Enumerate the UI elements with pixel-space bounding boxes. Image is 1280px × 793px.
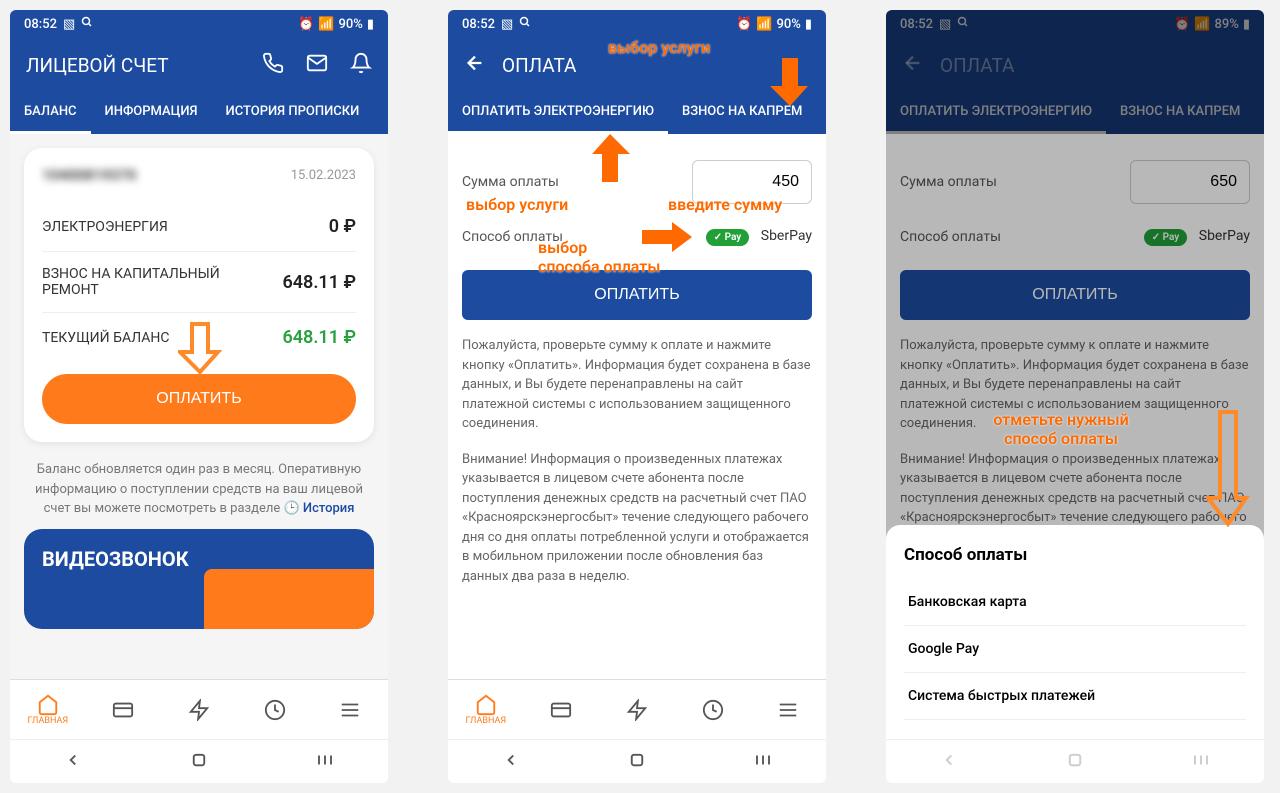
nav-card[interactable] [86,680,162,739]
balance-note: Баланс обновляется один раз в месяц. Опе… [24,456,374,529]
status-time: 08:52 [24,17,57,32]
mail-icon[interactable] [306,52,328,78]
status-time: 08:52 [462,17,495,32]
amount-row: Сумма оплаты [462,148,812,216]
pay-button[interactable]: ОПЛАТИТЬ [42,374,356,424]
tab-balance[interactable]: БАЛАНС [10,92,91,134]
tabs: БАЛАНС ИНФОРМАЦИЯ ИСТОРИЯ ПРОПИСКИ [10,92,388,134]
back-icon[interactable] [464,52,486,78]
balance-card: 10400819370 15.02.2023 ЭЛЕКТРОЭНЕРГИЯ 0 … [24,148,374,442]
option-bank-card[interactable]: Банковская карта [904,579,1246,626]
search-small-icon [519,16,531,32]
sys-home[interactable] [1055,751,1095,773]
alarm-icon: ⏰ [298,17,314,32]
tab-pay-electricity[interactable]: ОПЛАТИТЬ ЭЛЕКТРОЭНЕРГИЮ [448,92,668,134]
sheet-title: Способ оплаты [904,545,1246,565]
bottom-nav: ГЛАВНАЯ [448,679,826,739]
page-title: ОПЛАТА [502,54,810,77]
nav-home[interactable]: ГЛАВНАЯ [448,680,524,739]
sys-home[interactable] [617,751,657,773]
annotation-arrow-up [588,130,632,186]
content: 10400819370 15.02.2023 ЭЛЕКТРОЭНЕРГИЯ 0 … [10,134,388,679]
alarm-icon: ⏰ [736,17,752,32]
videocall-banner[interactable]: ВИДЕОЗВОНОК [24,529,374,629]
status-bar: 08:52 ▧ ⏰ 📶 90% ▮ [10,10,388,38]
tabs: ОПЛАТИТЬ ЭЛЕКТРОЭНЕРГИЮ ВЗНОС НА КАПРЕМ [448,92,826,134]
nav-home[interactable]: ГЛАВНАЯ [10,680,86,739]
nav-history-bottom[interactable] [237,680,313,739]
signal-icon: 📶 [756,17,772,32]
phone-screen-payment: 08:52 ▧ ⏰ 📶 90% ▮ ОПЛАТА ОПЛАТИТЬ ЭЛЕКТР… [448,10,826,783]
battery-pct: 90% [338,17,362,32]
battery-icon: ▮ [367,17,374,32]
method-row[interactable]: Способ оплаты ✓ Pay SberPay [462,216,812,258]
phone-screen-method-sheet: 08:52 ▧ ⏰ 📶 89% ▮ ОПЛАТА ОПЛАТИТЬ ЭЛЕКТР… [886,10,1264,783]
screenshot-icon: ▧ [63,17,75,32]
sys-recents[interactable] [305,751,345,773]
android-nav [886,739,1264,783]
screenshot-icon: ▧ [501,17,513,32]
info-paragraph-2: Внимание! Информация о произведенных пла… [462,450,812,587]
sys-back[interactable] [929,751,969,773]
page-title: ЛИЦЕВОЙ СЧЕТ [26,54,246,77]
sberpay-badge-icon: ✓ Pay [706,229,750,246]
content: Сумма оплаты Способ оплаты ✓ Pay SberPay… [448,134,826,679]
status-bar: 08:52 ▧ ⏰ 📶 90% ▮ [448,10,826,38]
phone-icon[interactable] [262,52,284,78]
pay-button[interactable]: ОПЛАТИТЬ [462,270,812,320]
bottom-nav: ГЛАВНАЯ [10,679,388,739]
bell-icon[interactable] [350,52,372,78]
phone-screen-account: 08:52 ▧ ⏰ 📶 90% ▮ ЛИЦЕВОЙ СЧЕТ [10,10,388,783]
amount-input[interactable] [692,160,812,204]
payment-method-name: SberPay [761,228,812,244]
row-capital-repair: ВЗНОС НА КАПИТАЛЬНЫЙ РЕМОНТ 648.11 ₽ [42,252,356,313]
battery-pct: 90% [776,17,800,32]
nav-card[interactable] [524,680,600,739]
app-header: ЛИЦЕВОЙ СЧЕТ [10,38,388,92]
sys-back[interactable] [491,751,531,773]
row-current-balance: ТЕКУЩИЙ БАЛАНС 648.11 ₽ [42,313,356,362]
info-paragraph-1: Пожалуйста, проверьте сумму к оплате и н… [462,336,812,434]
android-nav [10,739,388,783]
annotation-arrow-right [638,220,694,254]
nav-counters[interactable] [599,680,675,739]
sys-back[interactable] [53,751,93,773]
battery-icon: ▮ [805,17,812,32]
nav-history-bottom[interactable] [675,680,751,739]
sys-home[interactable] [179,751,219,773]
nav-menu[interactable] [312,680,388,739]
tab-history[interactable]: ИСТОРИЯ ПРОПИСКИ [212,92,374,134]
tab-info[interactable]: ИНФОРМАЦИЯ [91,92,212,134]
search-small-icon [81,16,93,32]
nav-counters[interactable] [161,680,237,739]
option-sbp[interactable]: Система быстрых платежей [904,673,1246,720]
tab-pay-caprepair[interactable]: ВЗНОС НА КАПРЕМ [668,92,816,134]
account-number: 10400819370 [42,166,136,184]
sys-recents[interactable] [1181,751,1221,773]
app-header: ОПЛАТА [448,38,826,92]
sys-recents[interactable] [743,751,783,773]
row-electricity: ЭЛЕКТРОЭНЕРГИЯ 0 ₽ [42,202,356,252]
balance-date: 15.02.2023 [291,168,356,183]
nav-menu[interactable] [750,680,826,739]
clock-icon: 🕒 [284,501,303,516]
option-google-pay[interactable]: Google Pay [904,626,1246,673]
android-nav [448,739,826,783]
history-link[interactable]: История [303,501,355,516]
signal-icon: 📶 [318,17,334,32]
